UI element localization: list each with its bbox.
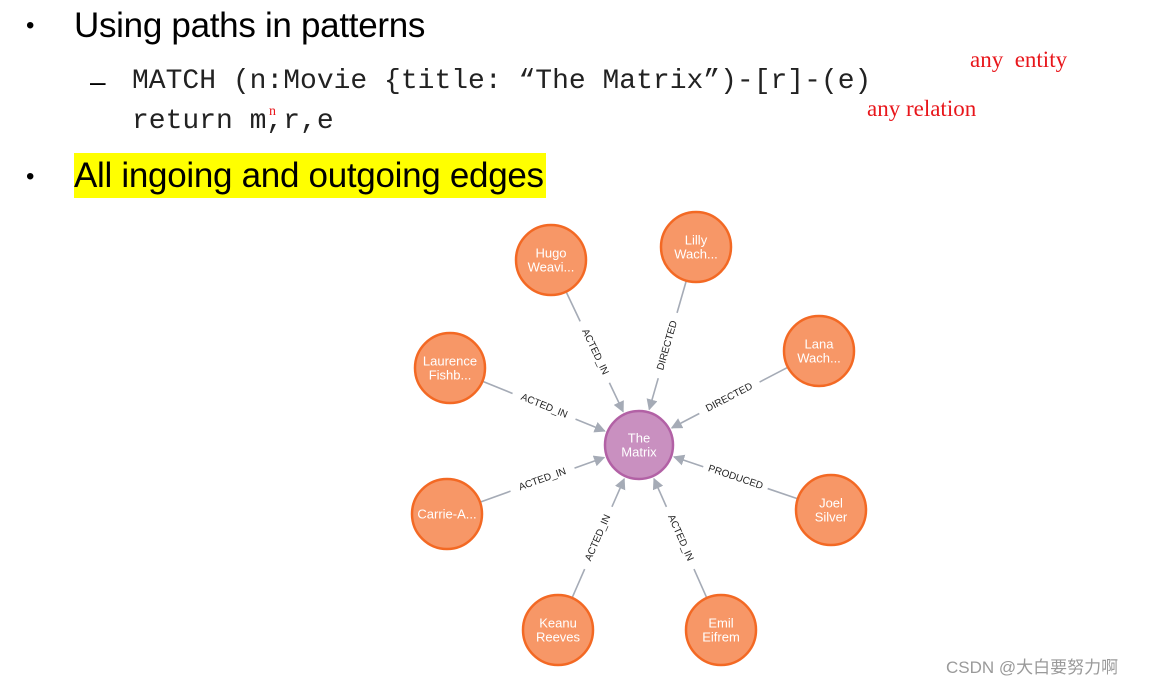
edge-line-emil [693, 568, 708, 598]
graph-visualization: ACTED_IN DIRECTED DIRECTED PRODUCED ACTED_IN… [410, 210, 868, 667]
edge-line-hugo [565, 292, 581, 322]
edge-line-carrie [480, 490, 511, 503]
node-hugo[interactable]: HugoWeavi... [514, 223, 588, 297]
edge-label-lana: DIRECTED [704, 381, 754, 414]
edge-line-keanu [571, 568, 586, 598]
edge-arrow-emil [652, 477, 668, 508]
node-emil[interactable]: EmilEifrem [684, 593, 758, 667]
node-label: Lilly [685, 233, 708, 248]
node-laurence[interactable]: LaurenceFishb... [413, 331, 487, 405]
edge-line-lilly [676, 281, 687, 314]
node-joel[interactable]: JoelSilver [794, 473, 868, 547]
node-label: Wach... [797, 351, 841, 366]
node-label: Emil [708, 616, 733, 631]
watermark: CSDN @大白要努力啊 [946, 658, 1119, 677]
node-label: Joel [819, 496, 843, 511]
node-carrie[interactable]: Carrie-A... [410, 477, 484, 551]
edge-arrow-lilly [646, 377, 660, 411]
edge-arrow-keanu [611, 477, 626, 508]
edge-arrow-hugo [608, 382, 624, 413]
node-lilly[interactable]: LillyWach... [659, 210, 733, 284]
edge-line-joel [767, 487, 798, 500]
edge-arrow-joel [672, 454, 704, 468]
node-label: Fishb... [429, 368, 472, 383]
edge-label-laurence: ACTED_IN [519, 392, 569, 421]
node-label: Eifrem [702, 630, 740, 645]
node-label: Keanu [539, 616, 577, 631]
edge-label-keanu: ACTED_IN [583, 513, 613, 563]
edge-line-lana [759, 366, 788, 383]
node-label: Carrie-A... [417, 507, 476, 522]
edge-label-carrie: ACTED_IN [517, 466, 567, 493]
edge-arrow-lana [670, 412, 700, 429]
edge-label-hugo: ACTED_IN [579, 327, 610, 376]
edge-label-joel: PRODUCED [707, 463, 765, 492]
edge-label-emil: ACTED_IN [665, 513, 695, 563]
node-label: Weavi... [528, 260, 575, 275]
node-label: Hugo [535, 246, 566, 261]
node-label: Lana [805, 337, 835, 352]
node-label: Silver [815, 510, 848, 525]
edge-arrow-laurence [575, 418, 606, 433]
node-label: The [628, 431, 650, 446]
node-keanu[interactable]: KeanuReeves [521, 593, 595, 667]
edge-arrow-carrie [574, 455, 606, 469]
edge-line-laurence [483, 380, 513, 395]
node-center-the-matrix[interactable]: TheMatrix [603, 409, 675, 481]
node-lana[interactable]: LanaWach... [782, 314, 856, 388]
node-label: Matrix [621, 445, 657, 460]
node-label: Wach... [674, 247, 718, 262]
node-label: Laurence [423, 354, 477, 369]
edge-label-lilly: DIRECTED [655, 319, 680, 371]
node-label: Reeves [536, 630, 581, 645]
